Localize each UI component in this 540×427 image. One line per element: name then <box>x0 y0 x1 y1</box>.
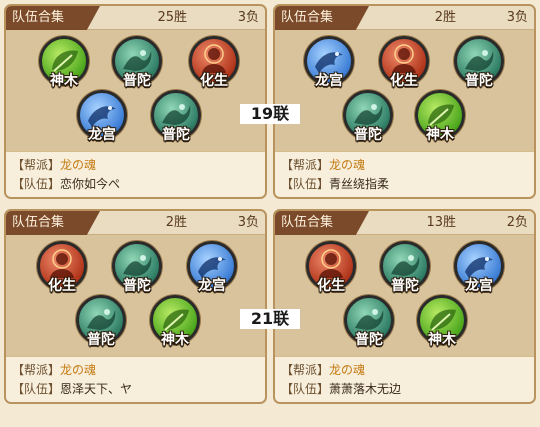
card-info: 【帮派】龙の魂 【队伍】恋你如今ぺ <box>6 151 265 197</box>
unit-name: 化生 <box>48 278 76 294</box>
team-card[interactable]: 队伍合集 13胜 2负 化生 普陀 龙宫 普陀 神木 【帮派】龙の魂 【队伍】萧… <box>273 209 536 404</box>
team-card[interactable]: 队伍合集 2胜 3负 化生 普陀 龙宫 普陀 神木 【帮派】龙の魂 【队伍】恩泽… <box>4 209 267 404</box>
unit-slot[interactable]: 化生 <box>303 241 359 303</box>
unit-name: 普陀 <box>355 332 383 348</box>
team-line: 【队伍】萧萧落木无边 <box>281 380 528 399</box>
unit-slot[interactable]: 龙宫 <box>451 241 507 303</box>
unit-name: 化生 <box>390 73 418 89</box>
unit-slot[interactable]: 龙宫 <box>301 36 357 98</box>
unit-slot[interactable]: 普陀 <box>451 36 507 98</box>
loss-count: 3负 <box>237 215 259 230</box>
unit-slot[interactable]: 普陀 <box>109 241 165 303</box>
unit-slot[interactable]: 普陀 <box>148 90 204 152</box>
guild-name: 龙の魂 <box>329 158 366 172</box>
guild-label: 【帮派】 <box>12 363 61 377</box>
unit-slot[interactable]: 普陀 <box>340 90 396 152</box>
unit-name: 普陀 <box>162 127 190 143</box>
team-label: 【队伍】 <box>12 177 61 191</box>
card-info: 【帮派】龙の魂 【队伍】青丝绕指柔 <box>275 151 534 197</box>
win-count: 2胜 <box>165 215 187 230</box>
unit-slot[interactable]: 龙宫 <box>74 90 130 152</box>
unit-slot[interactable]: 神木 <box>147 295 203 357</box>
card-header: 队伍合集 2胜 3负 <box>6 211 265 235</box>
guild-line: 【帮派】龙の魂 <box>281 361 528 380</box>
card-title: 队伍合集 <box>275 211 369 235</box>
guild-line: 【帮派】龙の魂 <box>281 156 528 175</box>
win-count: 13胜 <box>426 215 456 230</box>
unit-name: 神木 <box>428 332 456 348</box>
card-title: 队伍合集 <box>275 6 369 30</box>
team-name: 萧萧落木无边 <box>329 382 402 396</box>
unit-name: 化生 <box>317 278 345 294</box>
unit-slot[interactable]: 化生 <box>186 36 242 98</box>
guild-name: 龙の魂 <box>60 363 97 377</box>
guild-name: 龙の魂 <box>60 158 97 172</box>
unit-name: 普陀 <box>354 127 382 143</box>
guild-label: 【帮派】 <box>12 158 61 172</box>
unit-slot[interactable]: 普陀 <box>73 295 129 357</box>
unit-slot[interactable]: 神木 <box>36 36 92 98</box>
team-name: 青丝绕指柔 <box>329 177 390 191</box>
link-label: 21联 <box>240 309 300 329</box>
card-header: 队伍合集 25胜 3负 <box>6 6 265 30</box>
team-line: 【队伍】恩泽天下、ヤ <box>12 380 259 399</box>
unit-name: 普陀 <box>123 73 151 89</box>
guild-name: 龙の魂 <box>329 363 366 377</box>
team-line: 【队伍】青丝绕指柔 <box>281 175 528 194</box>
unit-name: 普陀 <box>123 278 151 294</box>
guild-label: 【帮派】 <box>281 363 330 377</box>
guild-label: 【帮派】 <box>281 158 330 172</box>
card-title: 队伍合集 <box>6 6 100 30</box>
unit-slot[interactable]: 化生 <box>376 36 432 98</box>
win-count: 25胜 <box>157 10 187 25</box>
unit-slot[interactable]: 神木 <box>414 295 470 357</box>
team-label: 【队伍】 <box>281 177 330 191</box>
team-label: 【队伍】 <box>12 382 61 396</box>
unit-slot[interactable]: 化生 <box>34 241 90 303</box>
card-title: 队伍合集 <box>6 211 100 235</box>
team-label: 【队伍】 <box>281 382 330 396</box>
loss-count: 2负 <box>506 215 528 230</box>
unit-name: 龙宫 <box>465 278 493 294</box>
unit-name: 普陀 <box>465 73 493 89</box>
guild-line: 【帮派】龙の魂 <box>12 156 259 175</box>
team-name: 恋你如今ぺ <box>60 177 121 191</box>
unit-slot[interactable]: 普陀 <box>341 295 397 357</box>
unit-name: 普陀 <box>87 332 115 348</box>
team-card[interactable]: 队伍合集 25胜 3负 神木 普陀 化生 龙宫 普陀 【帮派】龙の魂 【队伍】恋… <box>4 4 267 199</box>
unit-slot[interactable]: 普陀 <box>109 36 165 98</box>
unit-name: 神木 <box>426 127 454 143</box>
card-info: 【帮派】龙の魂 【队伍】恩泽天下、ヤ <box>6 356 265 402</box>
unit-name: 龙宫 <box>198 278 226 294</box>
win-count: 2胜 <box>434 10 456 25</box>
unit-name: 龙宫 <box>88 127 116 143</box>
team-card[interactable]: 队伍合集 2胜 3负 龙宫 化生 普陀 普陀 神木 【帮派】龙の魂 【队伍】青丝… <box>273 4 536 199</box>
link-label: 19联 <box>240 104 300 124</box>
unit-name: 龙宫 <box>315 73 343 89</box>
unit-name: 化生 <box>200 73 228 89</box>
unit-name: 神木 <box>50 73 78 89</box>
unit-name: 神木 <box>161 332 189 348</box>
card-info: 【帮派】龙の魂 【队伍】萧萧落木无边 <box>275 356 534 402</box>
loss-count: 3负 <box>506 10 528 25</box>
unit-slot[interactable]: 龙宫 <box>184 241 240 303</box>
team-name: 恩泽天下、ヤ <box>60 382 133 396</box>
team-line: 【队伍】恋你如今ぺ <box>12 175 259 194</box>
unit-slot[interactable]: 神木 <box>412 90 468 152</box>
card-header: 队伍合集 2胜 3负 <box>275 6 534 30</box>
guild-line: 【帮派】龙の魂 <box>12 361 259 380</box>
loss-count: 3负 <box>237 10 259 25</box>
card-header: 队伍合集 13胜 2负 <box>275 211 534 235</box>
unit-slot[interactable]: 普陀 <box>377 241 433 303</box>
unit-name: 普陀 <box>391 278 419 294</box>
